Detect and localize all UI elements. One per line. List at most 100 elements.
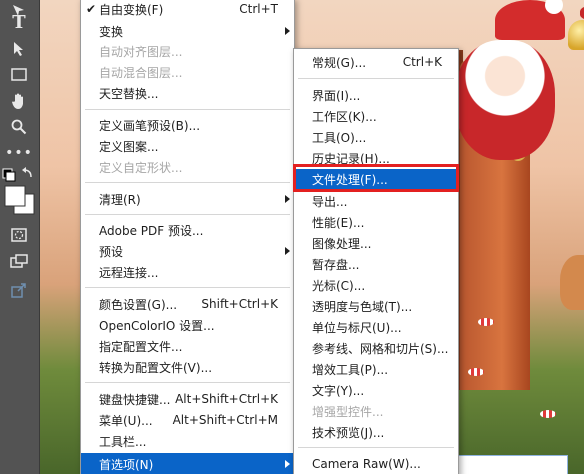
menu-item-general[interactable]: 常规(G)... Ctrl+K (294, 52, 458, 72)
menu-item-label: 定义自定形状... (99, 160, 183, 175)
share-icon[interactable] (8, 279, 30, 301)
path-select-icon[interactable] (8, 38, 30, 60)
shortcut-text: Ctrl+T (239, 2, 278, 16)
menu-item-label: 自动混合图层... (99, 65, 183, 80)
quick-mask-icon[interactable] (8, 224, 30, 246)
menu-item-workspace[interactable]: 工作区(K)... (294, 106, 458, 126)
menu-item-label: 变换 (99, 24, 124, 39)
candy-decoration (540, 410, 556, 418)
menu-item-label: 清理(R) (99, 192, 141, 207)
menu-item-technology-previews[interactable]: 技术预览(J)... (294, 422, 458, 442)
menu-item-menus[interactable]: 菜单(U)... Alt+Shift+Ctrl+M (81, 410, 294, 430)
hand-icon[interactable] (8, 90, 30, 112)
shortcut-text: Shift+Ctrl+K (201, 297, 278, 311)
shortcut-text: Alt+Shift+Ctrl+M (172, 413, 278, 427)
menu-separator (85, 214, 290, 215)
menu-item-scratch-disks[interactable]: 暂存盘... (294, 254, 458, 274)
shortcut-text: Ctrl+K (402, 55, 442, 69)
annotation-highlight-box (293, 164, 459, 192)
submenu-arrow-icon (285, 460, 290, 468)
menu-item-transform[interactable]: 变换 (81, 21, 294, 41)
menu-item-tools[interactable]: 工具(O)... (294, 127, 458, 147)
menu-item-cursors[interactable]: 光标(C)... (294, 275, 458, 295)
menu-item-units-rulers[interactable]: 单位与标尺(U)... (294, 317, 458, 337)
menu-item-label: 自动对齐图层... (99, 44, 183, 59)
zoom-icon[interactable] (8, 116, 30, 138)
menu-item-define-pattern[interactable]: 定义图案... (81, 136, 294, 156)
menu-item-presets[interactable]: 预设 (81, 241, 294, 261)
bell-illustration (568, 20, 584, 50)
menu-item-label: 暂存盘... (312, 257, 360, 272)
menu-item-label: 远程连接... (99, 265, 159, 280)
menu-item-label: 性能(E)... (312, 215, 365, 230)
submenu-arrow-icon (285, 27, 290, 35)
menu-item-label: 菜单(U)... (99, 413, 153, 428)
menu-item-label: 键盘快捷键... (99, 392, 171, 407)
menu-item-label: 单位与标尺(U)... (312, 320, 402, 335)
edit-menu: ✔ 自由变换(F) Ctrl+T 变换 自动对齐图层... 自动混合图层... … (80, 0, 295, 474)
menu-item-guides-grid-slices[interactable]: 参考线、网格和切片(S)... (294, 338, 458, 358)
shortcut-text: Alt+Shift+Ctrl+K (175, 392, 278, 406)
menu-item-free-transform[interactable]: ✔ 自由变换(F) Ctrl+T (81, 0, 294, 19)
menu-item-label: 定义图案... (99, 139, 159, 154)
menu-separator (298, 447, 454, 448)
menu-item-type[interactable]: 文字(Y)... (294, 380, 458, 400)
menu-item-remote-connections[interactable]: 远程连接... (81, 262, 294, 282)
menu-item-label: 工具(O)... (312, 130, 367, 145)
menu-item-auto-blend-layers[interactable]: 自动混合图层... (81, 62, 294, 82)
menu-item-interface[interactable]: 界面(I)... (294, 85, 458, 105)
more-icon[interactable]: ••• (5, 142, 32, 164)
menu-item-color-settings[interactable]: 颜色设置(G)... Shift+Ctrl+K (81, 294, 294, 314)
menu-item-performance[interactable]: 性能(E)... (294, 212, 458, 232)
menu-item-label: Camera Raw(W)... (312, 457, 421, 471)
menu-item-image-processing[interactable]: 图像处理... (294, 233, 458, 253)
menu-item-label: 增强型控件... (312, 404, 384, 419)
menu-item-label: 颜色设置(G)... (99, 297, 178, 312)
bell-bow (580, 5, 584, 21)
menu-item-plugins[interactable]: 增效工具(P)... (294, 359, 458, 379)
menu-separator (85, 287, 290, 288)
menu-item-label: 图像处理... (312, 236, 372, 251)
submenu-arrow-icon (285, 195, 290, 203)
menu-item-export[interactable]: 导出... (294, 191, 458, 211)
menu-item-label: 预设 (99, 244, 124, 259)
menu-item-toolbar[interactable]: 工具栏... (81, 431, 294, 451)
menu-item-label: 工具栏... (99, 434, 147, 449)
menu-item-convert-to-profile[interactable]: 转换为配置文件(V)... (81, 357, 294, 377)
menu-item-enhanced-controls[interactable]: 增强型控件... (294, 401, 458, 421)
menu-item-label: Adobe PDF 预设... (99, 223, 204, 238)
menu-separator (85, 182, 290, 183)
menu-item-camera-raw[interactable]: Camera Raw(W)... (294, 454, 458, 474)
menu-item-assign-profile[interactable]: 指定配置文件... (81, 336, 294, 356)
menu-item-opencolorio[interactable]: OpenColorIO 设置... (81, 315, 294, 335)
menu-item-label: 常规(G)... (312, 55, 367, 70)
menu-item-define-brush-preset[interactable]: 定义画笔预设(B)... (81, 115, 294, 135)
menu-item-auto-align-layers[interactable]: 自动对齐图层... (81, 41, 294, 61)
menu-item-label: 自由变换(F) (99, 2, 164, 17)
menu-item-label: 指定配置文件... (99, 339, 183, 354)
menu-item-keyboard-shortcuts[interactable]: 键盘快捷键... Alt+Shift+Ctrl+K (81, 389, 294, 409)
menu-item-transparency-gamut[interactable]: 透明度与色域(T)... (294, 296, 458, 316)
menu-item-label: 文字(Y)... (312, 383, 365, 398)
menu-item-sky-replace[interactable]: 天空替换... (81, 83, 294, 103)
rectangle-icon[interactable] (8, 63, 30, 85)
menu-item-label: 技术预览(J)... (312, 425, 385, 440)
menu-item-label: 参考线、网格和切片(S)... (312, 341, 449, 356)
menu-separator (298, 78, 454, 79)
submenu-arrow-icon (285, 247, 290, 255)
menu-item-purge[interactable]: 清理(R) (81, 189, 294, 209)
santa-illustration (455, 40, 555, 160)
screen-mode-icon[interactable] (8, 250, 30, 272)
candy-decoration (468, 368, 484, 376)
checkmark-icon: ✔ (86, 2, 97, 16)
menu-item-label: OpenColorIO 设置... (99, 318, 215, 333)
menu-item-label: 光标(C)... (312, 278, 366, 293)
tools-panel: T ••• (0, 0, 40, 474)
menu-item-define-custom-shape[interactable]: 定义自定形状... (81, 157, 294, 177)
color-swatch-icon[interactable] (2, 166, 38, 216)
menu-item-adobe-pdf-presets[interactable]: Adobe PDF 预设... (81, 220, 294, 240)
type-icon[interactable]: T (8, 11, 30, 33)
menu-item-label: 工作区(K)... (312, 109, 377, 124)
menu-item-preferences[interactable]: 首选项(N) (81, 453, 294, 474)
candy-decoration (478, 318, 494, 326)
